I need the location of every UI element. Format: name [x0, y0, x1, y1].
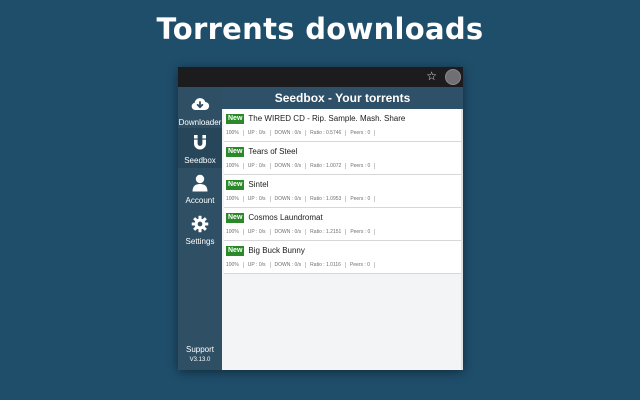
download-stat: DOWN : 0/s: [275, 130, 307, 136]
sidebar-item-settings[interactable]: Settings: [178, 212, 222, 252]
upload-stat: UP : 0/s: [248, 262, 271, 268]
sidebar-item-label: Seedbox: [184, 156, 216, 165]
promo-headline: Torrents downloads: [156, 12, 484, 46]
upload-stat: UP : 0/s: [248, 130, 271, 136]
cloud-download-icon: [178, 96, 222, 116]
scrollbar[interactable]: [461, 109, 463, 370]
ratio-stat: Ratio : 1.0116: [310, 262, 346, 268]
sidebar-item-account[interactable]: Account: [178, 171, 222, 209]
peers-stat: Peers : 0: [350, 229, 376, 235]
new-badge: New: [226, 245, 245, 256]
download-stat: DOWN : 0/s: [275, 229, 307, 235]
sidebar-item-seedbox[interactable]: Seedbox: [178, 128, 222, 168]
page-title: Seedbox - Your torrents: [222, 87, 463, 109]
new-badge: New: [226, 212, 245, 223]
download-stat: DOWN : 0/s: [275, 163, 307, 169]
torrent-item[interactable]: New Sintel 100% UP : 0/s DOWN : 0/s Rati…: [224, 175, 461, 208]
new-badge: New: [226, 113, 245, 124]
torrent-name[interactable]: Cosmos Laundromat: [248, 213, 322, 222]
sidebar-item-label: Account: [185, 196, 215, 205]
sidebar: Downloader Seedbox Account Settings Supp…: [178, 87, 222, 370]
torrent-name[interactable]: Big Buck Bunny: [248, 246, 304, 255]
progress-stat: 100%: [226, 262, 244, 268]
peers-stat: Peers : 0: [350, 130, 376, 136]
star-icon[interactable]: ☆: [426, 69, 437, 83]
torrent-name[interactable]: The WIRED CD - Rip. Sample. Mash. Share: [248, 114, 405, 123]
peers-stat: Peers : 0: [350, 196, 376, 202]
torrent-name[interactable]: Sintel: [248, 180, 268, 189]
upload-stat: UP : 0/s: [248, 196, 271, 202]
support-link[interactable]: Support: [178, 345, 222, 354]
new-badge: New: [226, 179, 245, 190]
main-content: Seedbox - Your torrents New The WIRED CD…: [222, 87, 463, 370]
progress-stat: 100%: [226, 229, 244, 235]
version-label: V3.13.0: [189, 357, 211, 363]
torrent-stats: 100% UP : 0/s DOWN : 0/s Ratio : 1.2151 …: [226, 229, 379, 235]
ratio-stat: Ratio : 1.0953: [310, 196, 347, 202]
torrent-item[interactable]: New Big Buck Bunny 100% UP : 0/s DOWN : …: [224, 241, 461, 274]
upload-stat: UP : 0/s: [248, 163, 271, 169]
ratio-stat: Ratio : 1.0072: [310, 163, 347, 169]
peers-stat: Peers : 0: [350, 163, 376, 169]
new-badge: New: [226, 146, 245, 157]
torrent-stats: 100% UP : 0/s DOWN : 0/s Ratio : 1.0116 …: [226, 262, 379, 268]
sidebar-item-label: Downloader: [178, 118, 222, 127]
profile-avatar[interactable]: [445, 69, 461, 85]
torrent-stats: 100% UP : 0/s DOWN : 0/s Ratio : 0.5746 …: [226, 130, 379, 136]
download-stat: DOWN : 0/s: [275, 262, 307, 268]
extension-popup: ☆ Downloader Seedbox Account Settings Su…: [178, 67, 463, 370]
torrent-item[interactable]: New Tears of Steel 100% UP : 0/s DOWN : …: [224, 142, 461, 175]
sidebar-item-label: Settings: [185, 237, 215, 246]
download-stat: DOWN : 0/s: [275, 196, 307, 202]
ratio-stat: Ratio : 1.2151: [310, 229, 347, 235]
torrent-item[interactable]: New The WIRED CD - Rip. Sample. Mash. Sh…: [224, 109, 461, 142]
torrent-stats: 100% UP : 0/s DOWN : 0/s Ratio : 1.0953 …: [226, 196, 379, 202]
upload-stat: UP : 0/s: [248, 229, 271, 235]
torrent-item[interactable]: New Cosmos Laundromat 100% UP : 0/s DOWN…: [224, 208, 461, 241]
torrent-stats: 100% UP : 0/s DOWN : 0/s Ratio : 1.0072 …: [226, 163, 379, 169]
torrent-name[interactable]: Tears of Steel: [248, 147, 297, 156]
gear-icon: [178, 215, 222, 235]
progress-stat: 100%: [226, 130, 244, 136]
user-icon: [178, 174, 222, 194]
browser-toolbar: ☆: [178, 67, 463, 87]
sidebar-item-downloader[interactable]: Downloader: [178, 92, 222, 128]
progress-stat: 100%: [226, 163, 244, 169]
progress-stat: 100%: [226, 196, 244, 202]
peers-stat: Peers : 0: [350, 262, 375, 268]
ratio-stat: Ratio : 0.5746: [310, 130, 347, 136]
magnet-icon: [178, 134, 222, 154]
